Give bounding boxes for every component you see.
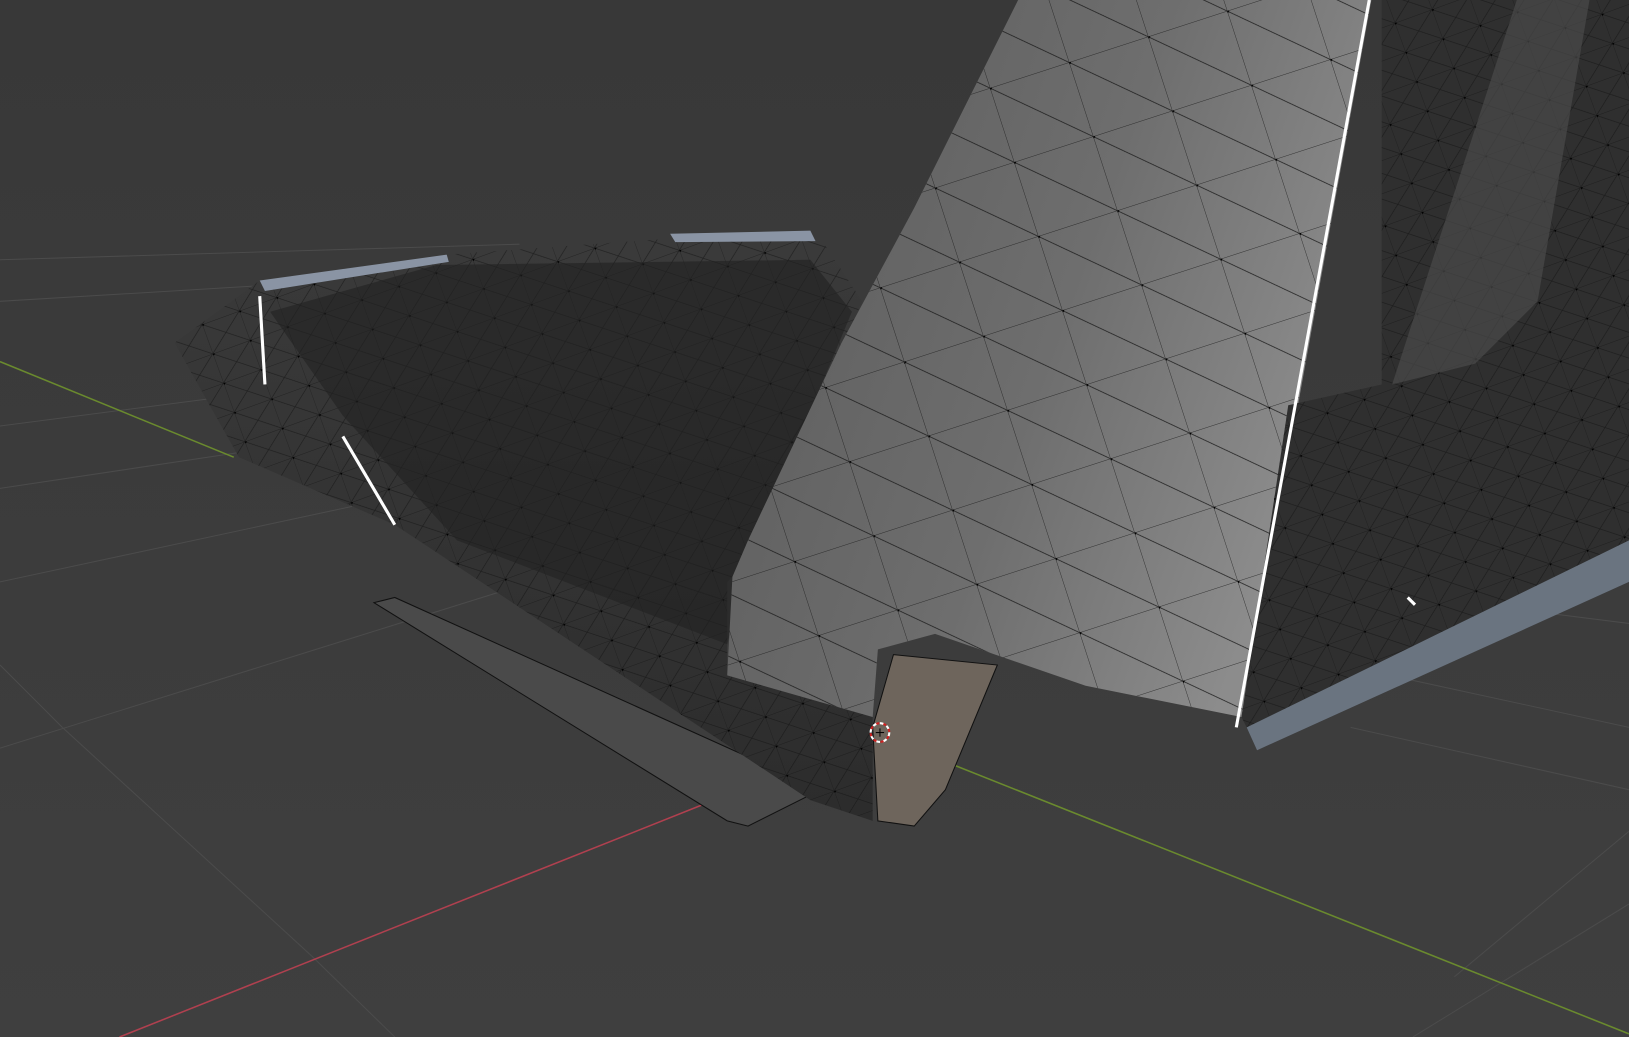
3d-viewport[interactable] (0, 0, 1629, 1037)
viewport-canvas[interactable] (0, 0, 1629, 1037)
